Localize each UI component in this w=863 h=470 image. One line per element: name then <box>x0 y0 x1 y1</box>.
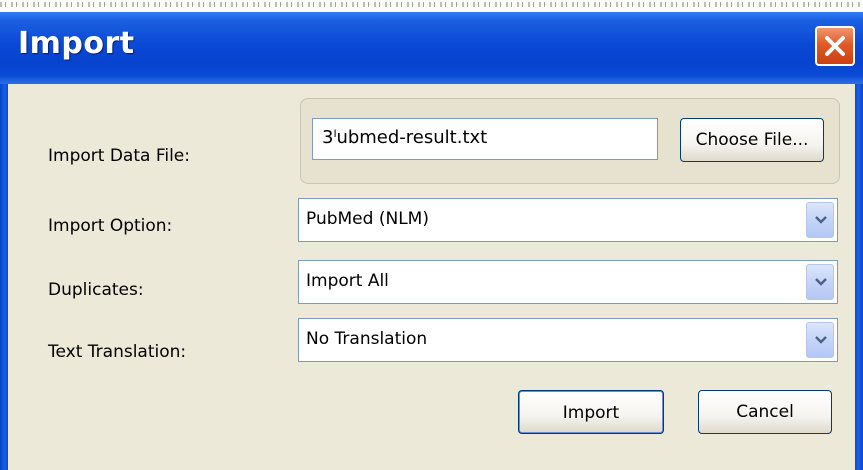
window-frame-right <box>855 84 863 470</box>
text-translation-dropdown-button[interactable] <box>806 322 834 358</box>
chevron-down-icon <box>815 278 827 286</box>
title-bar[interactable]: Import <box>0 12 863 84</box>
window-title: Import <box>18 26 135 61</box>
import-option-label: Import Option: <box>48 216 173 236</box>
text-translation-select[interactable]: No Translation <box>298 318 838 362</box>
data-file-input[interactable]: 3ˡubmed-result.txt <box>312 118 658 160</box>
close-button[interactable] <box>815 26 855 66</box>
background-text-fragment <box>0 2 863 7</box>
duplicates-select[interactable]: Import All <box>298 260 838 304</box>
chevron-down-icon <box>815 336 827 344</box>
duplicates-label: Duplicates: <box>48 280 144 300</box>
cancel-button[interactable]: Cancel <box>698 390 832 434</box>
background-window-strip <box>0 0 863 12</box>
close-icon <box>825 36 845 56</box>
import-option-value: PubMed (NLM) <box>306 209 429 229</box>
import-button[interactable]: Import <box>518 390 664 434</box>
window-frame-left <box>0 84 8 470</box>
text-translation-value: No Translation <box>306 329 428 349</box>
choose-file-button[interactable]: Choose File... <box>680 118 824 162</box>
text-translation-label: Text Translation: <box>48 342 187 362</box>
duplicates-value: Import All <box>306 271 389 291</box>
chevron-down-icon <box>815 216 827 224</box>
duplicates-dropdown-button[interactable] <box>806 264 834 300</box>
import-option-dropdown-button[interactable] <box>806 202 834 238</box>
import-option-select[interactable]: PubMed (NLM) <box>298 198 838 242</box>
import-data-file-label: Import Data File: <box>48 146 190 166</box>
